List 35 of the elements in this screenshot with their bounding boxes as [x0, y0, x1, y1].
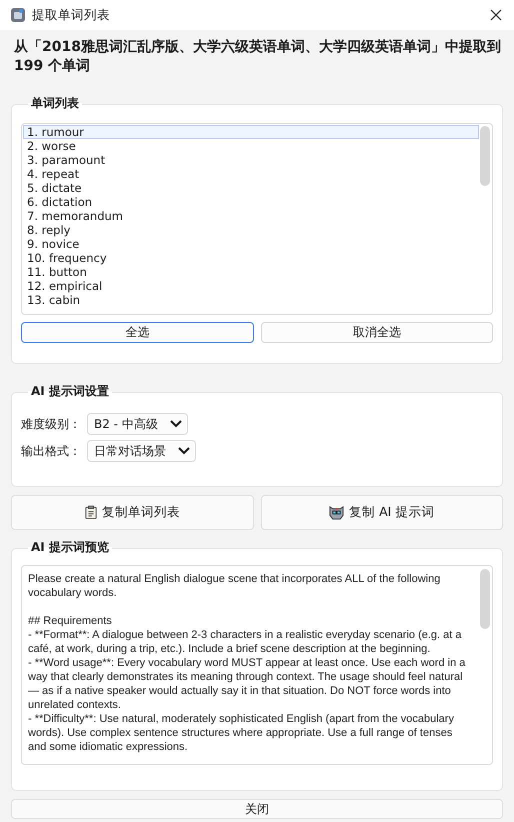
app-icon [10, 7, 26, 23]
robot-icon [329, 505, 344, 520]
heading-text: 从「2018雅思词汇乱序版、大学六级英语单词、大学四级英语单词」中提取到 199 个单词 [14, 38, 502, 76]
word-list-item[interactable]: 6. dictation [23, 195, 479, 209]
dropdown[interactable]: 日常对话场景 [87, 440, 196, 462]
word-list-item[interactable]: 12. empirical [23, 279, 479, 293]
group-title: AI 提示词设置 [28, 383, 112, 399]
close-button[interactable]: 关闭 [11, 799, 503, 819]
word-list-item[interactable]: 3. paramount [23, 153, 479, 167]
word-list-item[interactable]: 11. button [23, 265, 479, 279]
group-title: 单词列表 [28, 95, 82, 111]
prompt-preview-field[interactable]: Please create a natural English dialogue scene that incorporates ALL of the following vocabulary words. ## Requirements - **Format**: A dialogue between 2-3 characters in a realistic everyday scenario (e.g. at a café, at work, during a trip, etc.). Include a brief scene description at the beginning. - **Word usage**: Every vocabulary word MUST appear at least once. Use each word in a way that clearly demonstrates its meaning through context. The usage should feel natural — as if a native speaker would actually say it in that situation. Do NOT force words into unrelated contexts. - **Difficulty**: Use natural, moderately sophisticated English (apart from the vocabulary words). Use complex sentence structures where appropriate. Use a full range of tenses and some idiomatic expressions. [21, 565, 493, 765]
field-label: 输出格式： [21, 442, 81, 460]
word-list-item[interactable]: 1. rumour [23, 125, 479, 139]
field-label: 难度级别： [21, 416, 81, 432]
word-list-item[interactable]: 13. cabin [23, 293, 479, 307]
word-list-item[interactable]: 7. memorandum [23, 209, 479, 223]
chevron-down-icon [178, 447, 190, 455]
dropdown[interactable]: B2 - 中高级 [87, 413, 188, 435]
word-list-item[interactable]: 10. frequency [23, 251, 479, 265]
word-list[interactable]: 1. rumour 2. worse 3. paramount 4. repeat 5. dictate 6. dictation 7. memorandum 8. reply 9. novice 10. frequency 11. button 12. empirical 13. cabin [21, 123, 493, 315]
copy-button[interactable]: 复制单词列表 [11, 495, 254, 530]
word-list-item[interactable]: 5. dictate [23, 181, 479, 195]
copy-button[interactable]: 复制 AI 提示词 [260, 495, 503, 530]
clipboard-icon [84, 505, 97, 520]
word-list-item[interactable]: 2. worse [23, 139, 479, 153]
window-title: 提取单词列表 [32, 6, 111, 24]
group-title: AI 提示词预览 [28, 539, 112, 555]
select-button[interactable]: 全选 [21, 322, 254, 343]
select-button[interactable]: 取消全选 [260, 322, 493, 343]
word-list-item[interactable]: 8. reply [23, 223, 479, 237]
word-list-item[interactable]: 9. novice [23, 237, 479, 251]
chevron-down-icon [170, 420, 182, 428]
close-icon[interactable] [490, 9, 502, 21]
word-list-item[interactable]: 4. repeat [23, 167, 479, 181]
